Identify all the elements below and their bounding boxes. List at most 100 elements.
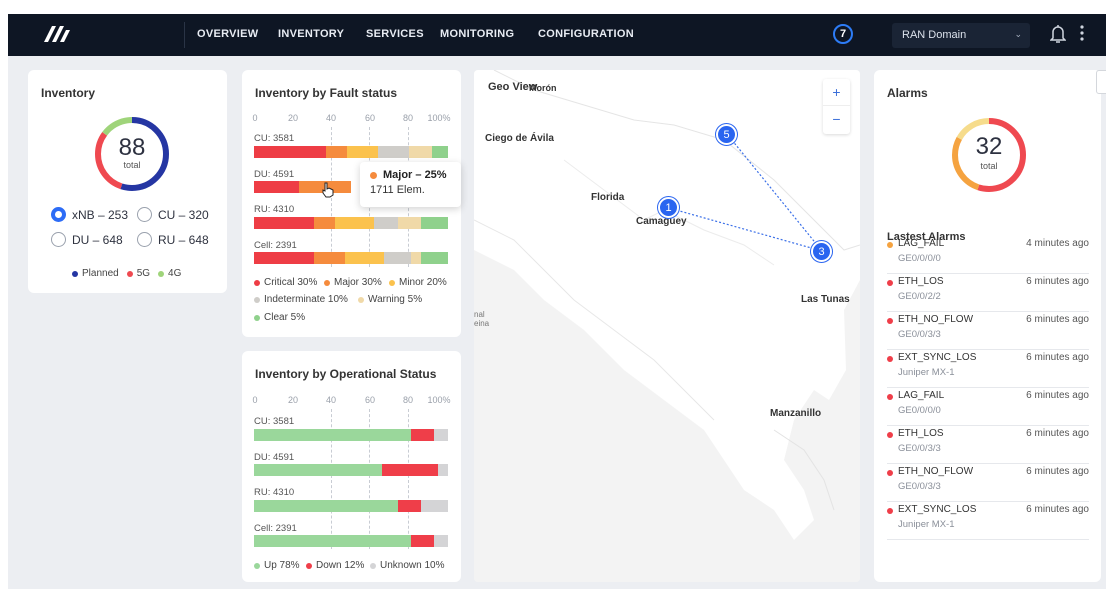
fault-bar[interactable] — [254, 146, 448, 158]
bar-segment[interactable] — [411, 252, 421, 264]
bell-icon[interactable] — [1049, 24, 1067, 49]
nav-services[interactable]: SERVICES — [366, 28, 424, 40]
place-label: Camaguey — [636, 216, 687, 227]
fault-bar[interactable] — [254, 217, 448, 229]
bar-segment[interactable] — [383, 252, 412, 264]
notification-count-badge[interactable]: 7 — [833, 24, 853, 44]
bar-segment[interactable] — [382, 464, 439, 476]
nav-monitoring[interactable]: MONITORING — [440, 28, 514, 40]
legend-label: Unknown 10% — [380, 560, 445, 571]
bar-segment[interactable] — [254, 181, 299, 193]
radio-ru[interactable]: RU – 648 — [137, 232, 209, 247]
bar-segment[interactable] — [254, 217, 315, 229]
legend-label: Planned — [82, 268, 119, 279]
alarm-time: 6 minutes ago — [1026, 466, 1089, 477]
bar-segment[interactable] — [411, 535, 435, 547]
brand-logo[interactable] — [42, 24, 72, 49]
bar-segment[interactable] — [397, 500, 421, 512]
bar-segment[interactable] — [420, 217, 448, 229]
hand-cursor-icon — [321, 182, 335, 203]
bar-segment[interactable] — [420, 500, 448, 512]
alarm-time: 4 minutes ago — [1026, 238, 1089, 249]
bar-segment[interactable] — [345, 252, 384, 264]
nav-configuration[interactable]: CONFIGURATION — [538, 28, 634, 40]
map-marker[interactable]: 3 — [811, 241, 832, 262]
legend-item: 4G — [158, 268, 181, 279]
alarm-list-item[interactable]: ETH_NO_FLOW 6 minutes ago GE0/0/3/3 — [887, 464, 1089, 502]
map-marker[interactable]: 1 — [658, 197, 679, 218]
alarm-time: 6 minutes ago — [1026, 314, 1089, 325]
bar-segment[interactable] — [254, 500, 398, 512]
alarms-donut[interactable]: 32 total — [949, 115, 1029, 195]
geo-map[interactable]: Geo View Morón Ciego de Ávila Florida Ca… — [474, 70, 860, 582]
axis-tick: 60 — [364, 113, 376, 123]
legend-item: Up 78% — [254, 560, 300, 571]
zoom-in-button[interactable]: + — [823, 79, 850, 106]
alarm-name: ETH_NO_FLOW — [898, 314, 974, 325]
legend-swatch — [254, 562, 260, 569]
bar-segment[interactable] — [254, 252, 315, 264]
alarm-list-item[interactable]: EXT_SYNC_LOS 6 minutes ago Juniper MX-1 — [887, 350, 1089, 388]
alarm-source: GE0/0/3/3 — [898, 329, 941, 340]
axis-tick: 100% — [427, 395, 451, 405]
bar-segment[interactable] — [420, 252, 448, 264]
legend-swatch — [324, 279, 330, 286]
bar-segment[interactable] — [409, 146, 433, 158]
bar-segment[interactable] — [374, 217, 398, 229]
place-label: Morón — [529, 83, 557, 93]
operational-bar[interactable] — [254, 500, 448, 512]
alarm-list-item[interactable]: ETH_NO_FLOW 6 minutes ago GE0/0/3/3 — [887, 312, 1089, 350]
bar-segment[interactable] — [378, 146, 410, 158]
inventory-donut[interactable]: 88 total — [92, 114, 172, 194]
domain-dropdown-value: RAN Domain — [902, 29, 967, 41]
fault-bar[interactable] — [254, 252, 448, 264]
bar-segment[interactable] — [254, 535, 412, 547]
map-zoom-control: + − — [823, 79, 850, 134]
bar-segment[interactable] — [438, 464, 448, 476]
radio-xnb[interactable]: xNB – 253 — [51, 207, 128, 222]
operational-bar[interactable] — [254, 535, 448, 547]
place-label: nal — [474, 310, 485, 319]
tooltip-value: 1711 Elem. — [370, 184, 425, 196]
legend-item: Clear 5% — [254, 312, 305, 323]
nav-inventory[interactable]: INVENTORY — [278, 28, 344, 40]
bar-segment[interactable] — [411, 429, 435, 441]
bar-segment[interactable] — [314, 217, 336, 229]
operational-status-card: Inventory by Operational Status 0 20 40 … — [242, 351, 461, 582]
bar-segment[interactable] — [254, 464, 383, 476]
bar-segment[interactable] — [254, 429, 412, 441]
side-panel-toggle[interactable] — [1096, 70, 1106, 94]
operational-bar[interactable] — [254, 464, 448, 476]
operational-status-title: Inventory by Operational Status — [255, 367, 437, 381]
alarm-list-item[interactable]: EXT_SYNC_LOS 6 minutes ago Juniper MX-1 — [887, 502, 1089, 540]
alarm-list-item[interactable]: LAG_FAIL 6 minutes ago GE0/0/0/0 — [887, 388, 1089, 426]
radio-indicator — [51, 232, 66, 247]
radio-ru-label: RU – 648 — [158, 232, 209, 247]
bar-segment[interactable] — [397, 217, 421, 229]
bar-segment[interactable] — [254, 146, 326, 158]
more-options-icon[interactable] — [1080, 24, 1084, 42]
radio-cu[interactable]: CU – 320 — [137, 207, 209, 222]
operational-bar[interactable] — [254, 429, 448, 441]
domain-dropdown[interactable]: RAN Domain ⌄ — [892, 23, 1030, 48]
bar-segment[interactable] — [335, 217, 375, 229]
bar-segment[interactable] — [434, 535, 448, 547]
bar-segment[interactable] — [434, 429, 448, 441]
map-marker[interactable]: 5 — [716, 124, 737, 145]
zoom-out-button[interactable]: − — [823, 106, 850, 133]
bar-segment[interactable] — [347, 146, 379, 158]
radio-du[interactable]: DU – 648 — [51, 232, 123, 247]
alarm-list-item[interactable]: LAG_FAIL 4 minutes ago GE0/0/0/0 — [887, 236, 1089, 274]
bar-segment[interactable] — [432, 146, 448, 158]
nav-overview[interactable]: OVERVIEW — [197, 28, 259, 40]
alarm-list-item[interactable]: ETH_LOS 6 minutes ago GE0/0/3/3 — [887, 426, 1089, 464]
bar-segment[interactable] — [325, 146, 348, 158]
inventory-card: Inventory 88 total xNB – 253 CU – 320 DU… — [28, 70, 227, 293]
operational-axis: 0 20 40 60 80 100% — [252, 395, 451, 407]
axis-tick: 20 — [287, 395, 299, 405]
bar-segment[interactable] — [314, 252, 346, 264]
alarm-name: ETH_LOS — [898, 428, 944, 439]
alarm-list-item[interactable]: ETH_LOS 6 minutes ago GE0/0/2/2 — [887, 274, 1089, 312]
chevron-down-icon: ⌄ — [1014, 29, 1022, 39]
fault-status-title: Inventory by Fault status — [255, 86, 398, 100]
